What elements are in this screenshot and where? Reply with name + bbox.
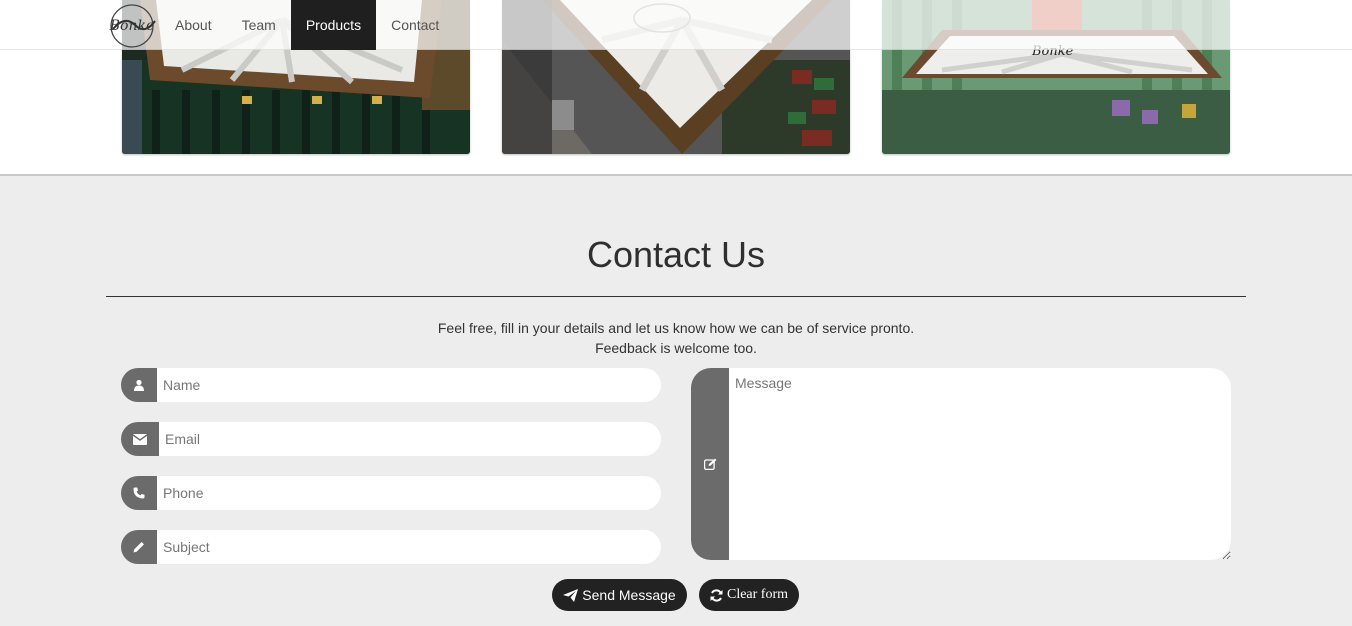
email-input[interactable] <box>159 422 661 456</box>
brand-logo[interactable]: Bonke <box>105 3 159 49</box>
paper-plane-icon <box>563 588 579 602</box>
top-navbar: Bonke About Team Products Contact <box>0 0 1352 50</box>
clear-form-button[interactable]: Clear form <box>699 579 799 611</box>
subject-field-group <box>121 530 661 564</box>
nav-item-contact[interactable]: Contact <box>376 0 454 50</box>
name-field-group <box>121 368 661 402</box>
svg-text:Bonke: Bonke <box>109 18 155 34</box>
email-field-group <box>121 422 661 456</box>
contact-intro: Feel free, fill in your details and let … <box>0 318 1352 358</box>
nav-item-team[interactable]: Team <box>227 0 291 50</box>
pencil-icon <box>121 530 157 564</box>
message-field-group <box>691 368 1231 560</box>
subject-input[interactable] <box>157 530 661 564</box>
phone-icon <box>121 476 157 510</box>
name-input[interactable] <box>157 368 661 402</box>
phone-input[interactable] <box>157 476 661 510</box>
intro-line-2: Feedback is welcome too. <box>595 340 757 356</box>
nav-item-products[interactable]: Products <box>290 0 377 50</box>
message-textarea[interactable] <box>729 368 1231 560</box>
phone-field-group <box>121 476 661 510</box>
edit-icon <box>691 368 729 560</box>
refresh-icon <box>710 588 723 602</box>
intro-line-1: Feel free, fill in your details and let … <box>437 320 915 336</box>
nav-item-about[interactable]: About <box>160 0 227 50</box>
send-message-button[interactable]: Send Message <box>552 579 687 611</box>
logo-icon: Bonke <box>109 4 156 48</box>
title-divider <box>106 296 1246 297</box>
envelope-icon <box>121 422 159 456</box>
nav-menu: About Team Products Contact <box>160 0 454 50</box>
send-message-label: Send Message <box>582 587 676 603</box>
contact-title: Contact Us <box>586 234 766 275</box>
user-icon <box>121 368 157 402</box>
clear-form-label: Clear form <box>726 587 789 602</box>
